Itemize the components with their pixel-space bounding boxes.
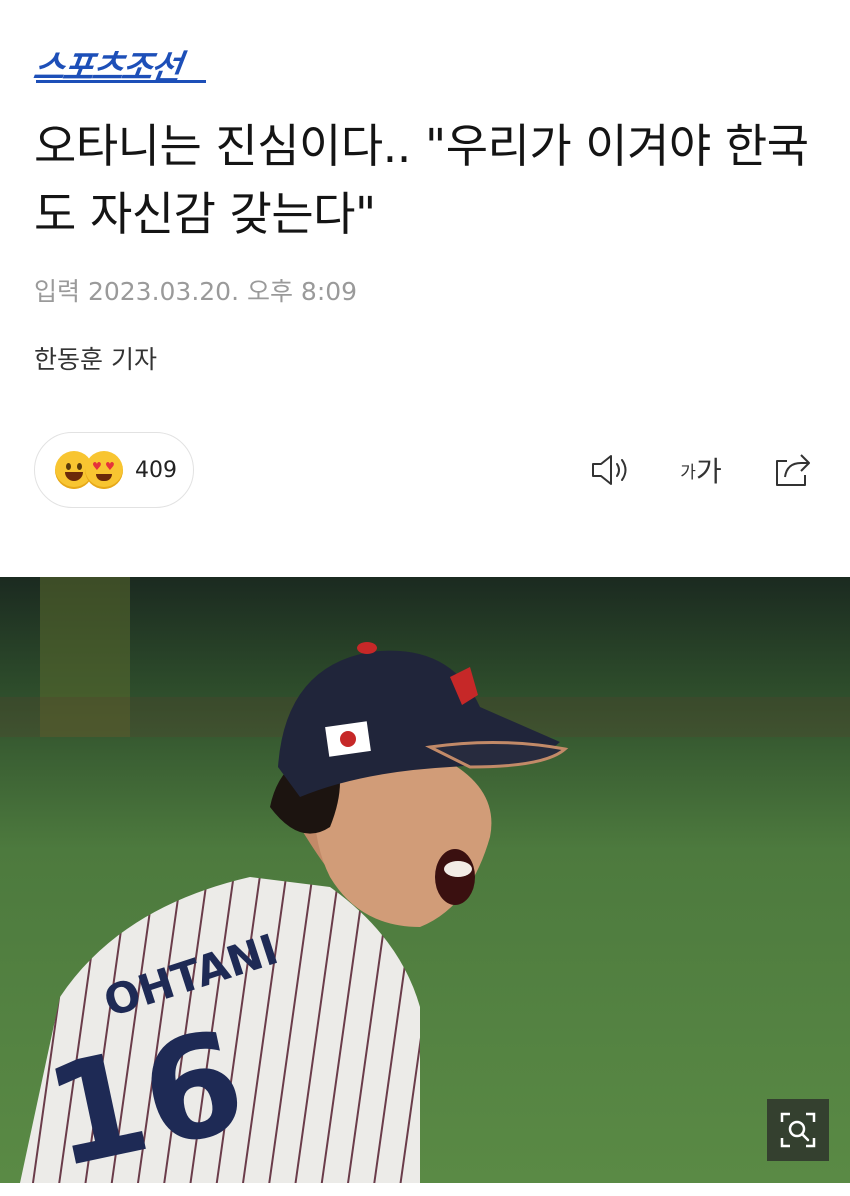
brand-logo-underline (36, 80, 206, 83)
font-size-icon[interactable]: 가가 (675, 450, 727, 490)
speaker-icon[interactable] (588, 450, 634, 490)
zoom-icon (780, 1112, 816, 1148)
zoom-button[interactable] (767, 1099, 829, 1161)
font-size-large-label: 가 (695, 455, 722, 488)
heart-eyes-emoji-icon: ♥ ♥ (85, 451, 123, 489)
reaction-button[interactable]: ♥ ♥ 409 (34, 432, 194, 508)
article-date: 입력 2023.03.20. 오후 8:09 (34, 277, 358, 306)
article-author[interactable]: 한동훈 기자 (34, 340, 157, 376)
article-photo[interactable]: OHTANI 16 (0, 577, 850, 1183)
article-headline: 오타니는 진심이다.. "우리가 이겨야 한국도 자신감 갖는다" (34, 119, 809, 241)
reaction-count: 409 (135, 457, 177, 483)
photo-illustration: OHTANI 16 (0, 577, 850, 1183)
font-size-small-label: 가 (680, 462, 696, 483)
share-icon[interactable] (770, 450, 814, 490)
